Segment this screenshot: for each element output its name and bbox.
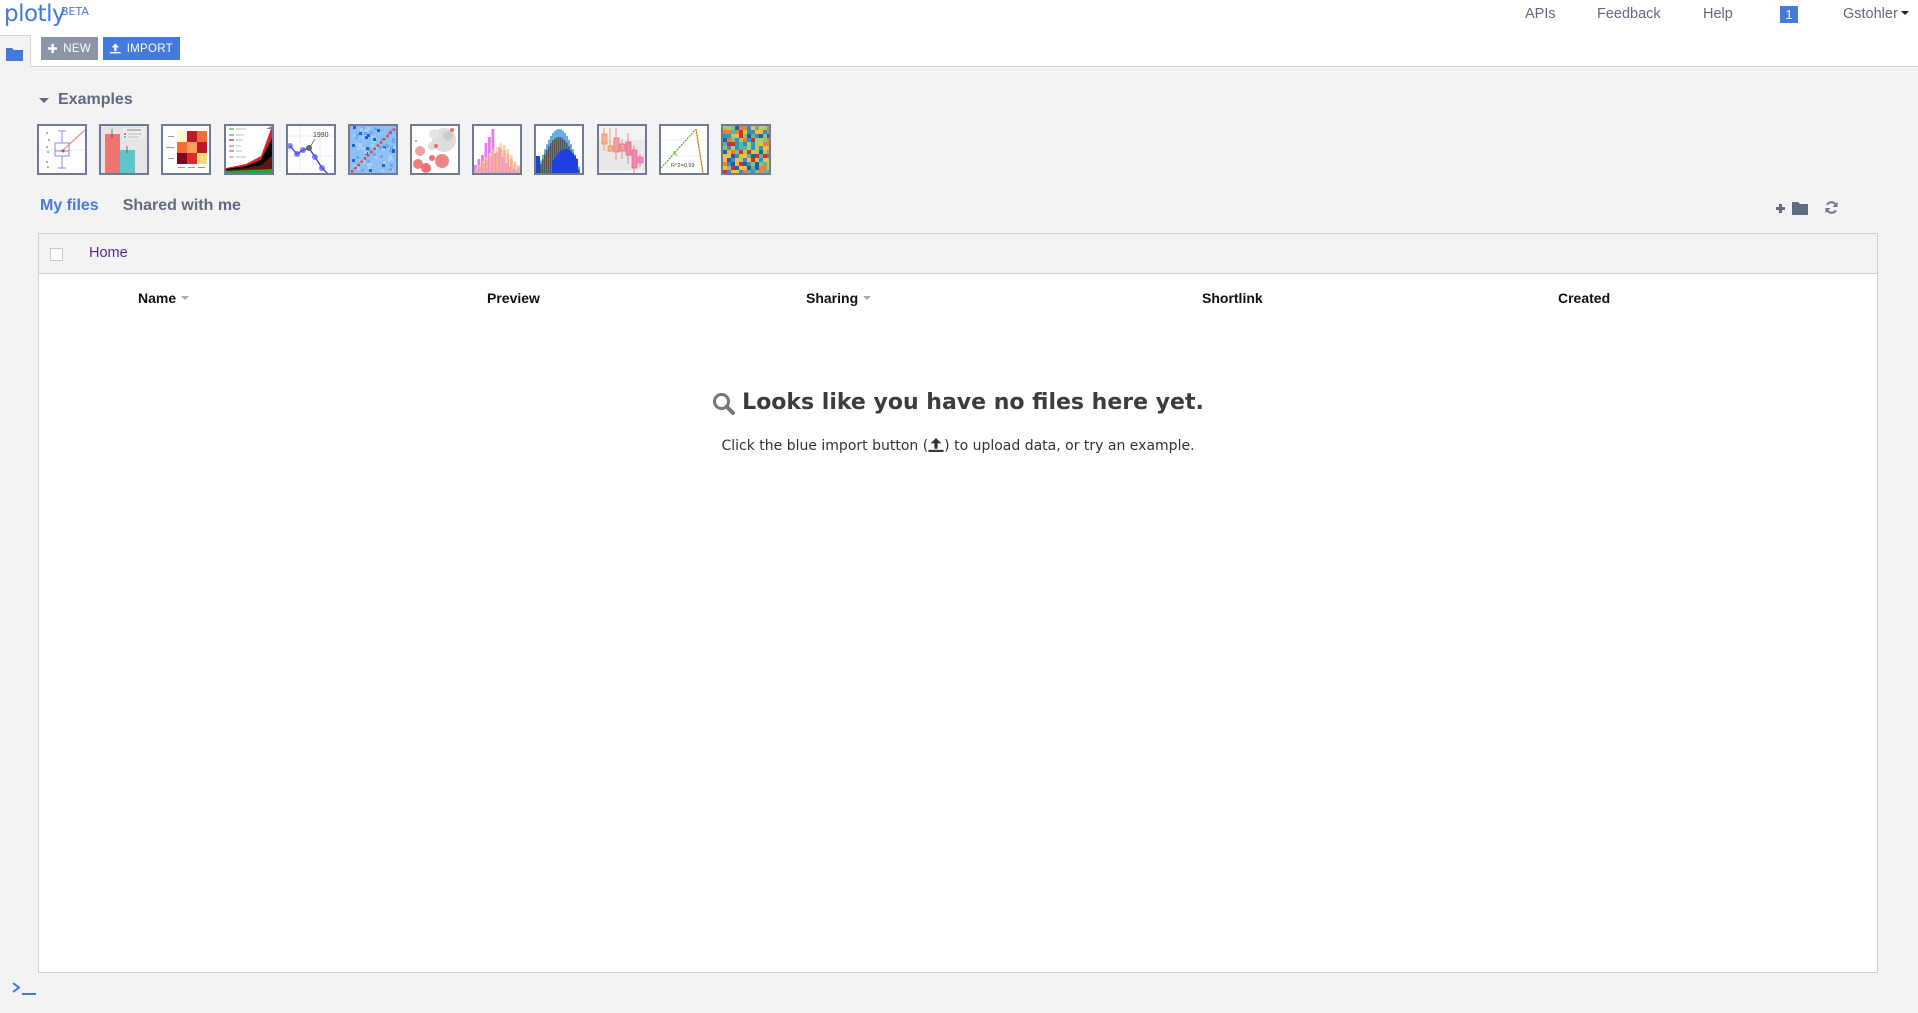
upload-icon [110, 43, 121, 54]
toolbar: NEW IMPORT [0, 32, 1918, 67]
example-heatmap[interactable] [161, 124, 211, 175]
example-box-candlestick[interactable] [597, 124, 647, 175]
new-button[interactable]: NEW [41, 37, 98, 60]
example-bar-error[interactable] [99, 124, 149, 175]
folder-tab[interactable] [0, 35, 31, 67]
example-scatter-matrix[interactable] [348, 124, 398, 175]
column-header-name[interactable]: Name [138, 290, 190, 306]
breadcrumb: Home [39, 234, 1877, 274]
examples-toggle[interactable]: Examples [39, 91, 133, 109]
notification-badge[interactable]: 1 [1780, 6, 1798, 23]
breadcrumb-home[interactable]: Home [89, 245, 128, 261]
file-browser-panel: Home Name Preview Sharing Shortlink Crea… [38, 233, 1878, 973]
nav-apis[interactable]: APIs [1525, 6, 1556, 22]
column-header-created: Created [1558, 290, 1610, 306]
beta-badge: BETA [61, 5, 89, 18]
upload-icon [928, 438, 944, 456]
column-label: Created [1558, 290, 1611, 306]
empty-state-title: Looks like you have no files here yet. [39, 388, 1877, 416]
examples-title: Examples [58, 91, 133, 108]
top-bar: plotly BETA APIs Feedback Help 1 Gstohle… [0, 0, 1918, 32]
caret-down-icon [39, 97, 49, 103]
plotly-logo[interactable]: plotly [4, 1, 66, 27]
thumb-annotation: R^2=0.99 [671, 163, 695, 169]
import-button-label: IMPORT [126, 42, 173, 55]
sort-caret-icon [863, 296, 872, 300]
example-color-grid[interactable] [721, 124, 771, 175]
column-header-shortlink: Shortlink [1202, 290, 1263, 306]
file-tabs: My files Shared with me [40, 197, 265, 215]
refresh-icon [1825, 201, 1838, 214]
terminal-icon [12, 982, 36, 995]
search-icon [713, 393, 736, 415]
example-bubble-chart[interactable] [410, 124, 460, 175]
new-folder-button[interactable] [1776, 201, 1810, 215]
tab-my-files[interactable]: My files [40, 197, 99, 215]
select-all-checkbox[interactable] [50, 248, 63, 261]
column-label: Shortlink [1202, 290, 1263, 306]
user-menu[interactable]: Gstohler [1843, 6, 1909, 22]
new-button-label: NEW [63, 42, 91, 55]
example-box-plot[interactable] [37, 124, 87, 175]
nav-help[interactable]: Help [1703, 6, 1733, 22]
nav-feedback[interactable]: Feedback [1597, 6, 1661, 22]
column-label: Name [138, 290, 177, 306]
column-label: Preview [487, 290, 540, 306]
file-actions [1776, 200, 1839, 215]
example-line-annotation[interactable]: 1990 [286, 124, 336, 175]
import-button[interactable]: IMPORT [103, 37, 180, 60]
example-stacked-area[interactable] [224, 124, 274, 175]
tab-shared-with-me[interactable]: Shared with me [123, 197, 241, 215]
refresh-button[interactable] [1824, 200, 1839, 215]
empty-state-hint: Click the blue import button ( ) to uploa… [39, 438, 1877, 456]
empty-state-title-text: Looks like you have no files here yet. [742, 389, 1204, 415]
example-area-bars[interactable] [534, 124, 584, 175]
new-folder-icon [1776, 201, 1808, 215]
example-histogram[interactable] [472, 124, 522, 175]
caret-down-icon [1900, 11, 1909, 15]
thumb-annotation: 1990 [313, 132, 329, 139]
hint-text-before: Click the blue import button ( [721, 438, 929, 454]
column-label: Sharing [806, 290, 859, 306]
column-header-preview: Preview [487, 290, 540, 306]
column-header-sharing[interactable]: Sharing [806, 290, 872, 306]
plus-icon [48, 43, 58, 54]
console-toggle[interactable] [12, 980, 37, 1000]
hint-text-after: ) to upload data, or try an example. [944, 438, 1195, 454]
user-name: Gstohler [1843, 6, 1898, 22]
example-regression[interactable]: R^2=0.99 [659, 124, 709, 175]
sort-caret-icon [181, 296, 190, 300]
folder-icon [6, 46, 23, 65]
